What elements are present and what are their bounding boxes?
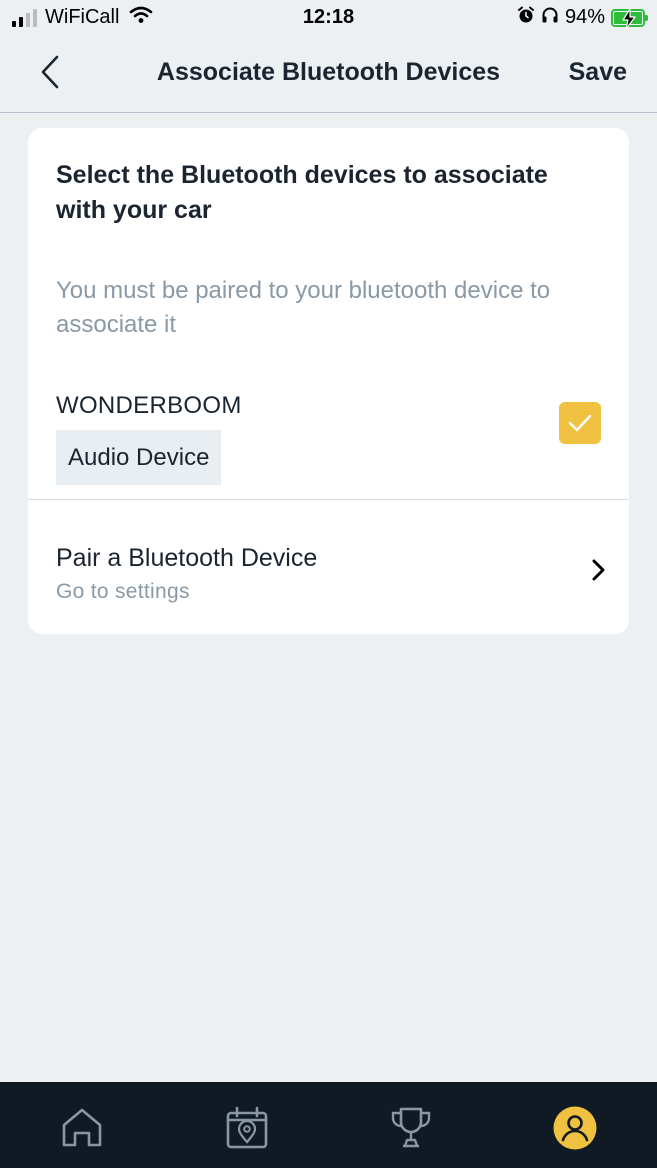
pair-title: Pair a Bluetooth Device (56, 544, 318, 572)
pairing-note: You must be paired to your bluetooth dev… (56, 277, 551, 338)
tab-achievements[interactable] (387, 1104, 435, 1152)
tab-profile[interactable] (551, 1104, 599, 1152)
device-checkbox[interactable] (559, 402, 601, 444)
screen: WiFiCall 12:18 94% Associate Bluetooth D… (0, 0, 657, 1168)
device-name: WONDERBOOM (56, 392, 242, 419)
save-button[interactable]: Save (569, 58, 627, 87)
status-bar: WiFiCall 12:18 94% (0, 0, 657, 36)
chevron-right-icon (592, 559, 605, 581)
bluetooth-card: Select the Bluetooth devices to associat… (28, 128, 629, 634)
status-right: 94% (517, 6, 648, 30)
checkmark-icon (568, 414, 592, 432)
page-title: Associate Bluetooth Devices (156, 58, 501, 86)
pair-bluetooth-device-row[interactable]: Pair a Bluetooth Device Go to settings (28, 500, 629, 634)
battery-percent: 94% (564, 6, 605, 28)
nav-bar: Associate Bluetooth Devices Save (0, 36, 657, 113)
alarm-icon (517, 6, 535, 29)
card-heading: Select the Bluetooth devices to associat… (56, 161, 548, 224)
tab-bar (0, 1082, 657, 1168)
tab-trips[interactable] (223, 1104, 271, 1152)
home-icon (62, 1108, 102, 1147)
device-type-badge: Audio Device (56, 430, 222, 485)
trophy-icon (391, 1107, 431, 1148)
battery-charging-icon (611, 7, 648, 30)
pair-subtitle: Go to settings (56, 580, 190, 603)
profile-icon (553, 1106, 597, 1150)
calendar-location-icon (226, 1106, 268, 1149)
headphones-icon (541, 6, 559, 29)
tab-home[interactable] (58, 1104, 106, 1152)
